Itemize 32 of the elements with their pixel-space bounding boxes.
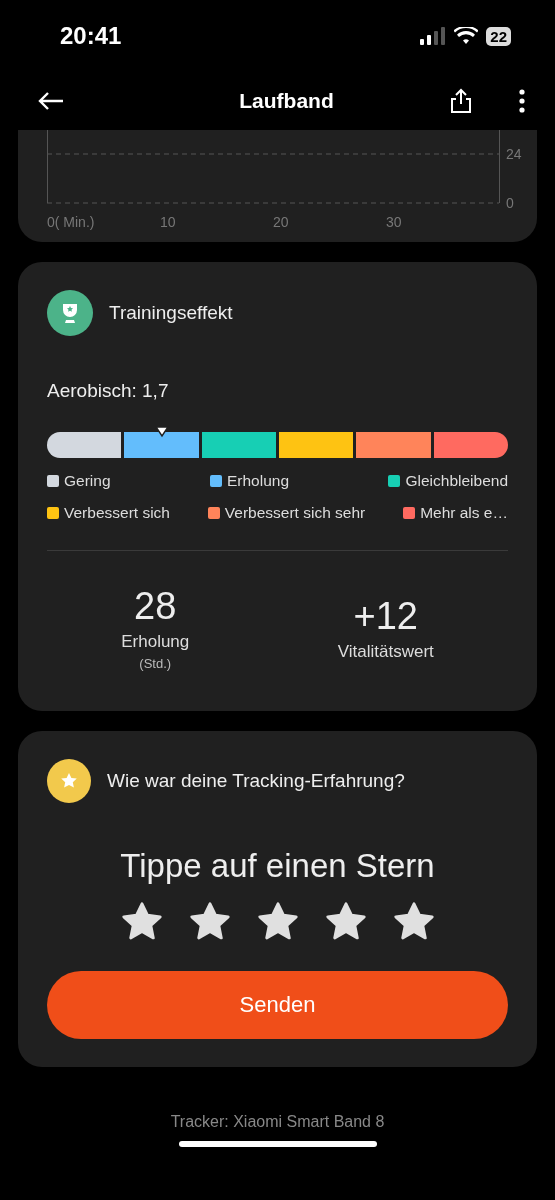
stat-value: +12 — [353, 594, 418, 638]
stat-label: Vitalitätswert — [337, 641, 434, 662]
axis-tick-label: 20 — [273, 214, 289, 230]
stat-label: Erholung — [121, 632, 190, 652]
axis-tick-label: 10 — [160, 214, 176, 230]
stat-unit: (Std.) — [139, 656, 172, 671]
share-icon[interactable] — [449, 88, 473, 114]
trophy-icon — [47, 290, 93, 336]
wifi-icon — [454, 27, 479, 45]
legend-label: Gering — [64, 472, 111, 490]
tracker-name: Tracker: Xiaomi Smart Band 8 — [169, 1113, 386, 1131]
rating-question: Wie war deine Tracking-Erfahrung? — [107, 770, 405, 792]
axis-tick-label: 0 — [506, 195, 514, 211]
legend-label: Verbessert sich — [64, 504, 170, 522]
clock: 20:41 — [60, 22, 122, 50]
axis-tick-label: 24 — [506, 146, 522, 162]
aerobic-value: Aerobisch: 1,7 — [47, 380, 170, 402]
axis-tick-label: 0( Min.) — [47, 214, 95, 230]
more-icon[interactable] — [519, 89, 525, 113]
axis-tick-label: 30 — [386, 214, 402, 230]
back-arrow-icon[interactable] — [38, 91, 64, 111]
page-title: Laufband — [239, 89, 334, 113]
card-title: Trainingseffekt — [109, 302, 233, 324]
legend-label: Erholung — [226, 472, 289, 490]
legend-label: Mehr als e… — [420, 504, 508, 522]
rating-prompt: Tippe auf einen Stern — [119, 847, 436, 885]
send-button[interactable]: Senden — [47, 971, 508, 1039]
signal-icon — [420, 27, 447, 45]
legend-label: Gleichbleibend — [405, 472, 508, 490]
stat-value: 28 — [134, 585, 177, 628]
legend-label: Verbessert sich sehr — [224, 504, 366, 522]
battery-level: 22 — [486, 26, 511, 46]
